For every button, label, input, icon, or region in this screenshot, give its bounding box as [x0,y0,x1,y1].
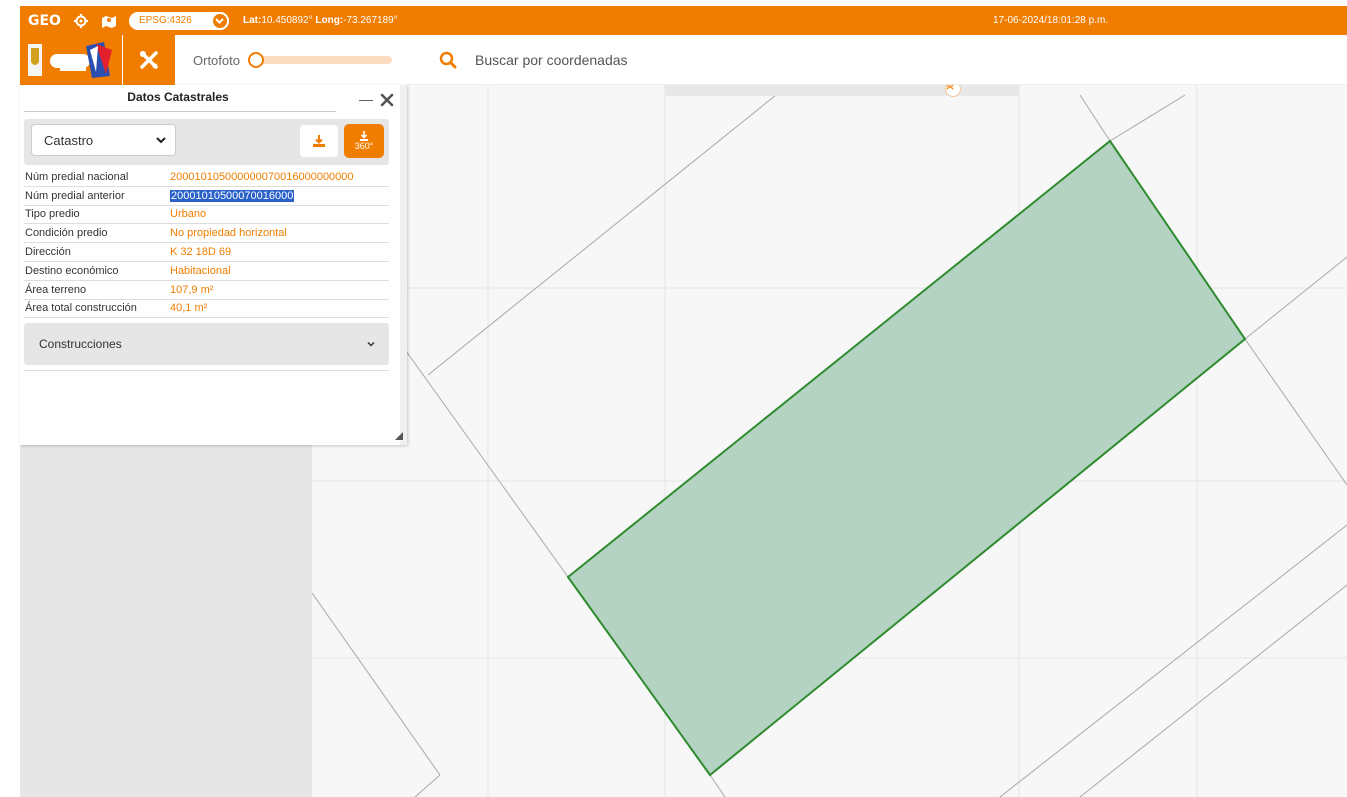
close-icon[interactable] [380,93,394,107]
layer-select-value: Catastro [44,132,94,148]
tools-button[interactable] [123,35,175,85]
lat-label: Lat: [242,15,262,26]
epsg-select[interactable]: EPSG:4326 [128,11,229,30]
table-row: Área total construcción 40,1 m² [24,300,389,319]
long-value: -73.267189° [343,15,398,26]
table-row: Destino económico Habitacional [24,262,389,281]
construcciones-accordion[interactable]: Construcciones [24,323,389,365]
chevron-down-icon [367,341,375,347]
download-icon [360,131,368,141]
download-button[interactable] [300,125,338,157]
cadastral-table: Núm predial nacional 20001010500000007001… [24,168,389,319]
row-key: Condición predio [25,227,108,240]
epsg-value: EPSG:4326 [138,15,192,26]
ortofoto-label: Ortofoto [193,52,240,68]
geo-logo: GEO [28,12,61,29]
layer-select[interactable]: Catastro [31,124,176,156]
top-bar: GEO EPSG:4326 Lat:10.450892° Long:-73.26… [20,6,1347,35]
search-bar [407,35,1347,85]
row-value: 40,1 m² [170,302,208,315]
panel-title-divider [24,111,336,112]
download-360-label: 360° [354,141,374,151]
selected-parcel [566,139,1247,777]
row-key: Área terreno [25,283,87,296]
download-icon [313,135,325,147]
row-value: No propiedad horizontal [170,227,287,240]
row-key: Núm predial nacional [25,170,129,183]
cadastral-data-panel: Datos Catastrales — Catastro 360° Núm pr… [20,85,407,445]
row-value: K 32 18D 69 [170,246,232,259]
download-360-button[interactable]: 360° [344,124,384,158]
lat-value: 10.450892° [261,15,313,26]
resize-handle-icon[interactable] [395,432,403,440]
table-row: Tipo predio Urbano [24,206,389,225]
row-value-selected: 20001010500070016000 [170,189,295,202]
ortofoto-control: Ortofoto [175,35,407,85]
panel-title: Datos Catastrales [127,90,229,104]
long-label: Long: [315,15,344,26]
coordinates-readout: Lat:10.450892° Long:-73.267189° [243,15,398,26]
minimize-icon[interactable]: — [359,91,373,107]
slider-handle[interactable] [247,52,264,68]
table-row: Área terreno 107,9 m² [24,281,389,300]
panel-scrollbar[interactable] [400,85,407,445]
crosshair-icon[interactable] [73,13,89,29]
table-row: Condición predio No propiedad horizontal [24,224,389,244]
ortofoto-slider[interactable] [247,52,392,68]
row-value: Urbano [170,208,207,221]
row-value: 107,9 m² [170,283,214,296]
row-key: Área total construcción [25,302,137,315]
row-value: 200010105000000070016000000000 [170,170,354,183]
row-key: Tipo predio [25,208,80,221]
row-key: Núm predial anterior [25,189,125,202]
row-key: Dirección [25,246,71,259]
table-row: Núm predial anterior 20001010500070016000 [24,187,389,206]
search-icon[interactable] [439,51,457,69]
municipality-logo [20,35,122,85]
accordion-divider [24,370,389,371]
panel-controls: Catastro 360° [24,119,389,165]
chevron-down-icon [210,11,229,30]
table-row: Núm predial nacional 20001010500000007001… [24,168,389,187]
collapse-panel-tab [665,85,1019,96]
row-key: Destino económico [25,264,119,277]
accordion-label: Construcciones [39,337,122,351]
row-value: Habitacional [170,264,231,277]
search-input[interactable] [475,51,875,68]
tools-icon [140,51,158,69]
datetime: 17-06-2024/18:01:28 p.m. [993,15,1109,26]
chevron-double-up-icon [946,85,954,90]
chevron-down-icon [156,137,166,144]
map-marker-icon[interactable] [101,13,117,29]
table-row: Dirección K 32 18D 69 [24,243,389,262]
